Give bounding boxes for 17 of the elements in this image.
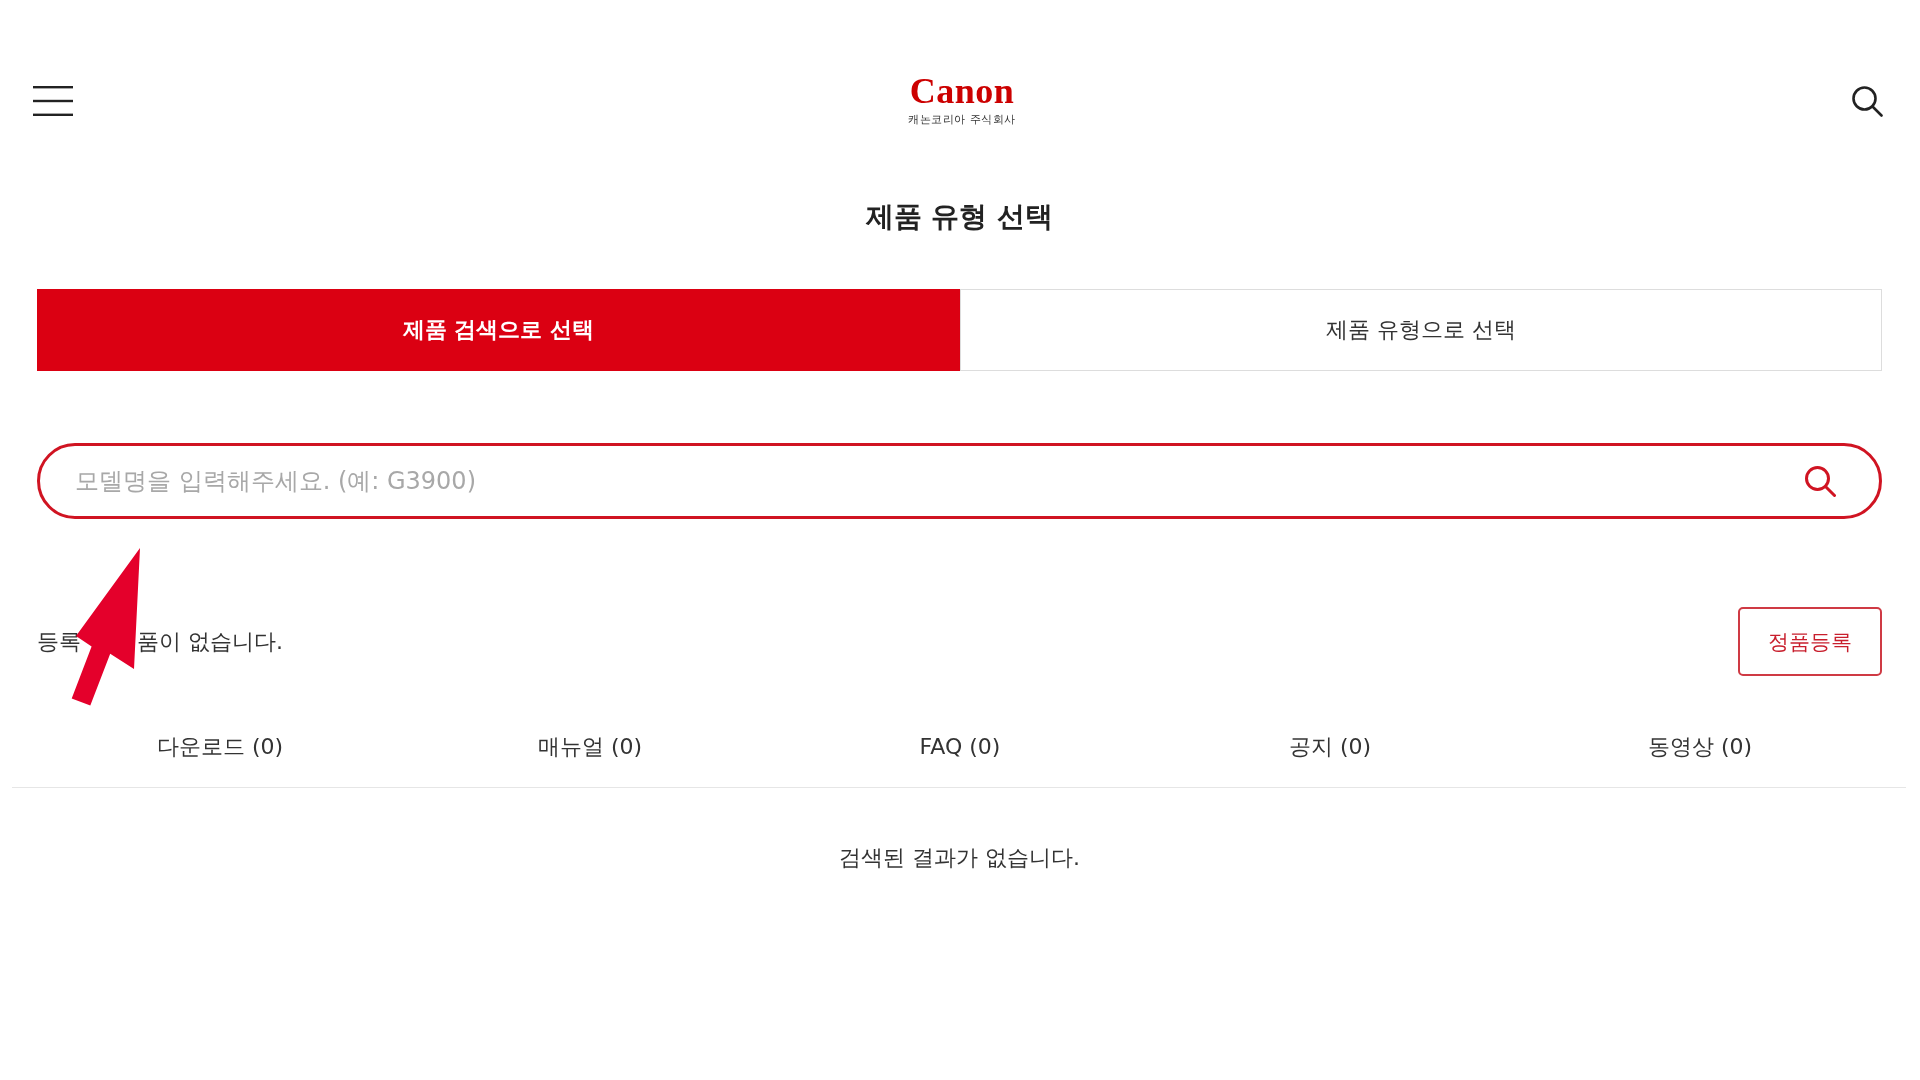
category-tab[interactable]: 매뉴얼 (0) [537, 734, 643, 763]
category-tab[interactable]: 동영상 (0) [1647, 734, 1753, 763]
empty-results-text: 검색된 결과가 없습니다. [839, 844, 1080, 872]
selection-tab[interactable]: 제품 검색으로 선택 [37, 289, 960, 371]
search-field[interactable]: 모델명을 입력해주세요. (예: G3900) [37, 443, 1882, 519]
logo-subtitle: 캐논코리아 주식회사 [908, 113, 1016, 127]
register-product-button[interactable]: 정품등록 [1738, 607, 1882, 676]
logo-wordmark[interactable]: Canon [909, 73, 1015, 110]
menu-icon[interactable] [33, 86, 73, 116]
empty-products-text: 등록 [37, 627, 81, 656]
empty-products-text: 품이 없습니다. [137, 627, 283, 656]
category-tab[interactable]: FAQ (0) [919, 734, 1001, 763]
search-icon[interactable] [1851, 85, 1883, 117]
category-tab[interactable]: 공지 (0) [1288, 734, 1372, 763]
page-title: 제품 유형 선택 [865, 200, 1054, 234]
selection-tab[interactable]: 제품 유형으로 선택 [959, 289, 1882, 371]
category-tab[interactable]: 다운로드 (0) [156, 734, 284, 763]
